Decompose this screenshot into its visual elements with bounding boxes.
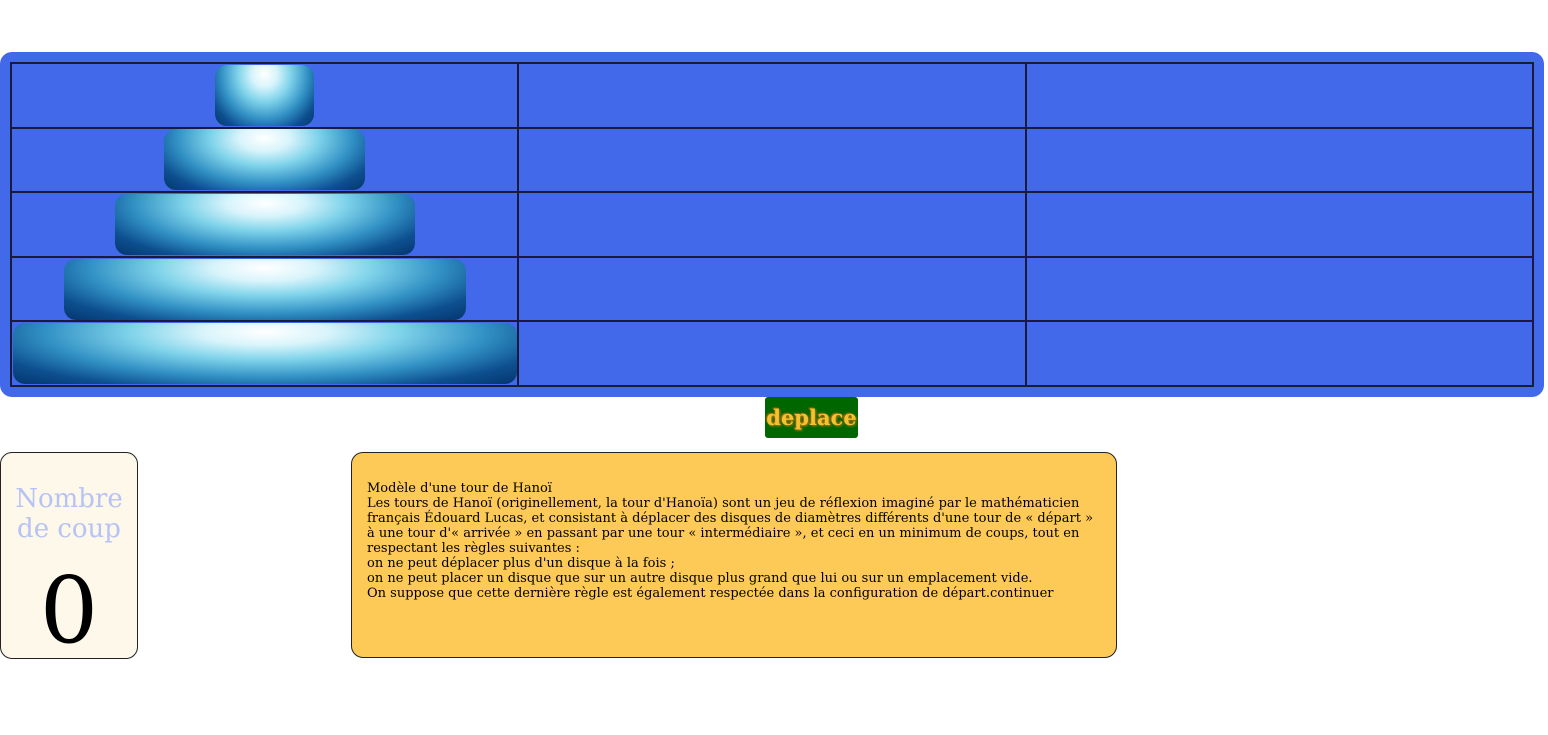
disk-3[interactable]: [114, 193, 415, 255]
disk-2[interactable]: [164, 129, 366, 191]
disk-5[interactable]: [12, 323, 517, 385]
tower-3-slot[interactable]: [1024, 191, 1535, 258]
tower-3-slot[interactable]: [1024, 255, 1535, 323]
tower-1-slot[interactable]: [9, 191, 520, 258]
info-title: Modèle d'une tour de Hanoï: [367, 481, 552, 496]
disk-1[interactable]: [215, 64, 315, 126]
info-rule-2: on ne peut placer un disque que sur un a…: [367, 571, 1033, 586]
move-counter-label: Nombre de coup: [15, 484, 123, 544]
move-button[interactable]: deplace: [765, 397, 858, 438]
tower-3-slot[interactable]: [1024, 320, 1535, 387]
tower-row: [9, 255, 1535, 323]
tower-2-slot[interactable]: [517, 191, 1027, 258]
info-rule-3: On suppose que cette dernière règle est …: [367, 586, 1054, 601]
info-panel: Modèle d'une tour de Hanoï Les tours de …: [351, 452, 1117, 658]
tower-2-slot[interactable]: [517, 320, 1027, 387]
tower-row: [9, 320, 1535, 387]
tower-1-slot[interactable]: [9, 126, 520, 194]
info-paragraph: Les tours de Hanoï (originellement, la t…: [367, 496, 1094, 556]
game-board: [0, 52, 1544, 397]
tower-2-slot[interactable]: [517, 62, 1027, 129]
tower-1-slot[interactable]: [9, 320, 520, 387]
info-rule-1: on ne peut déplacer plus d'un disque à l…: [367, 556, 675, 571]
move-counter: Nombre de coup 0: [0, 452, 138, 664]
tower-1-slot[interactable]: [9, 255, 520, 323]
tower-2-slot[interactable]: [517, 255, 1027, 323]
tower-3-slot[interactable]: [1024, 62, 1535, 129]
tower-grid: [9, 62, 1535, 387]
tower-row: [9, 191, 1535, 258]
tower-3-slot[interactable]: [1024, 126, 1535, 194]
tower-2-slot[interactable]: [517, 126, 1027, 194]
tower-row: [9, 62, 1535, 129]
tower-row: [9, 126, 1535, 194]
tower-1-slot[interactable]: [9, 62, 520, 129]
move-counter-value: 0: [39, 557, 99, 664]
disk-4[interactable]: [63, 258, 466, 320]
